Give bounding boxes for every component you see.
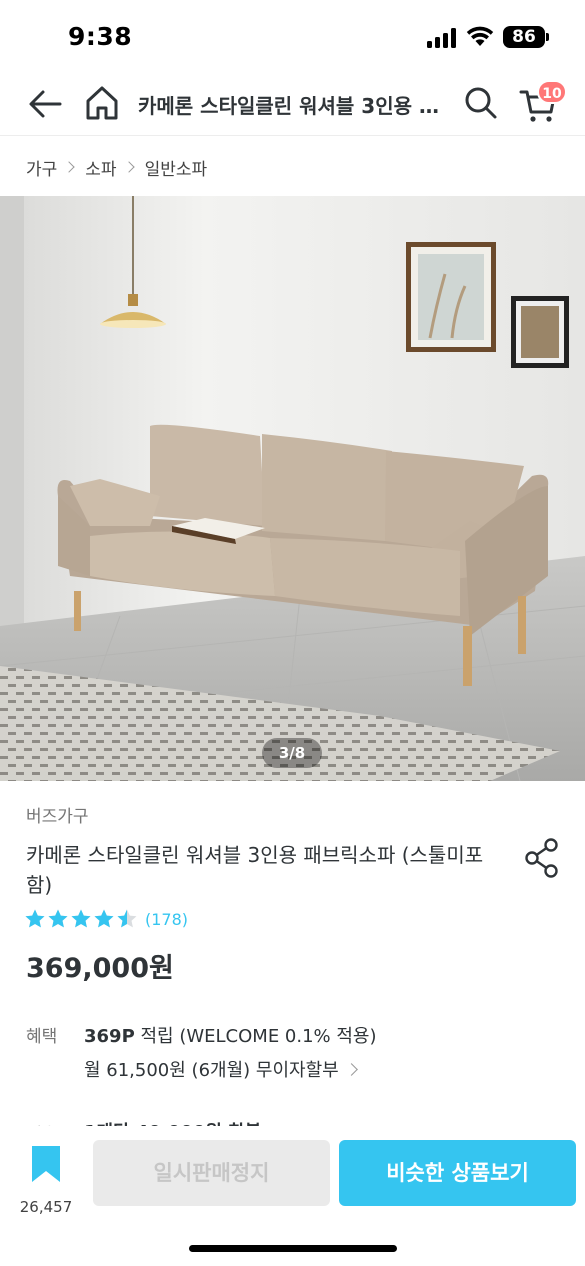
breadcrumb-item-sofa[interactable]: 소파 <box>85 155 116 180</box>
bookmark-count: 26,457 <box>19 1198 73 1216</box>
chevron-right-icon <box>122 161 135 173</box>
star-icon <box>117 909 137 928</box>
chevron-right-icon <box>63 161 75 173</box>
star-icon <box>25 909 45 928</box>
breadcrumb-item-regular-sofa[interactable]: 일반소파 <box>145 155 208 180</box>
image-counter: 3/8 <box>262 738 322 768</box>
sofa-photo <box>0 196 585 781</box>
review-count[interactable]: (178) <box>145 910 188 929</box>
sold-out-button: 일시판매정지 <box>93 1140 330 1206</box>
cellular-signal-icon <box>427 28 456 48</box>
installment-text: 월 61,500원 (6개월) 무이자할부 <box>84 1060 339 1081</box>
brand-name[interactable]: 버즈가구 <box>26 802 89 827</box>
bookmark-button[interactable]: 26,457 <box>16 1140 76 1216</box>
home-icon[interactable] <box>84 84 120 122</box>
nav-header: 카메론 스타일클린 워셔블 3인용 패브릭소파 (스툴미포함) <box>0 76 585 136</box>
benefit-label: 혜택 <box>26 1027 58 1047</box>
rating[interactable]: (178) <box>24 906 188 932</box>
breadcrumb: 가구 소파 일반소파 <box>26 154 207 180</box>
star-icon <box>71 909 91 928</box>
home-indicator <box>189 1245 397 1252</box>
page-title: 카메론 스타일클린 워셔블 3인용 패브릭소파 (스툴미포함) <box>138 94 450 118</box>
benefit-points: 369P 적립 (WELCOME 0.1% 적용) <box>84 1022 377 1048</box>
chevron-right-icon <box>344 1062 358 1076</box>
product-image[interactable] <box>0 196 585 781</box>
cart-count-badge: 10 <box>537 80 567 104</box>
share-icon[interactable] <box>524 838 560 878</box>
points-amount: 369P <box>84 1026 135 1047</box>
installment-link[interactable]: 월 61,500원 (6개월) 무이자할부 <box>84 1056 358 1082</box>
product-title: 카메론 스타일클린 워셔블 3인용 패브릭소파 (스툴미포함) <box>26 843 484 897</box>
wifi-icon <box>466 26 494 46</box>
status-time: 9:38 <box>68 22 133 51</box>
star-rating <box>24 908 139 930</box>
price: 369,000원 <box>26 953 174 984</box>
search-icon[interactable] <box>464 86 498 120</box>
star-icon <box>48 909 68 928</box>
breadcrumb-item-furniture[interactable]: 가구 <box>26 155 57 180</box>
bookmark-icon <box>32 1146 60 1182</box>
battery-tip <box>546 33 549 41</box>
star-icon <box>94 909 114 928</box>
battery-level: 86 <box>503 26 545 48</box>
similar-products-button[interactable]: 비슷한 상품보기 <box>339 1140 576 1206</box>
back-arrow-icon[interactable] <box>26 85 64 123</box>
points-description: 적립 (WELCOME 0.1% 적용) <box>134 1026 377 1047</box>
status-bar: 9:38 86 <box>0 0 585 76</box>
